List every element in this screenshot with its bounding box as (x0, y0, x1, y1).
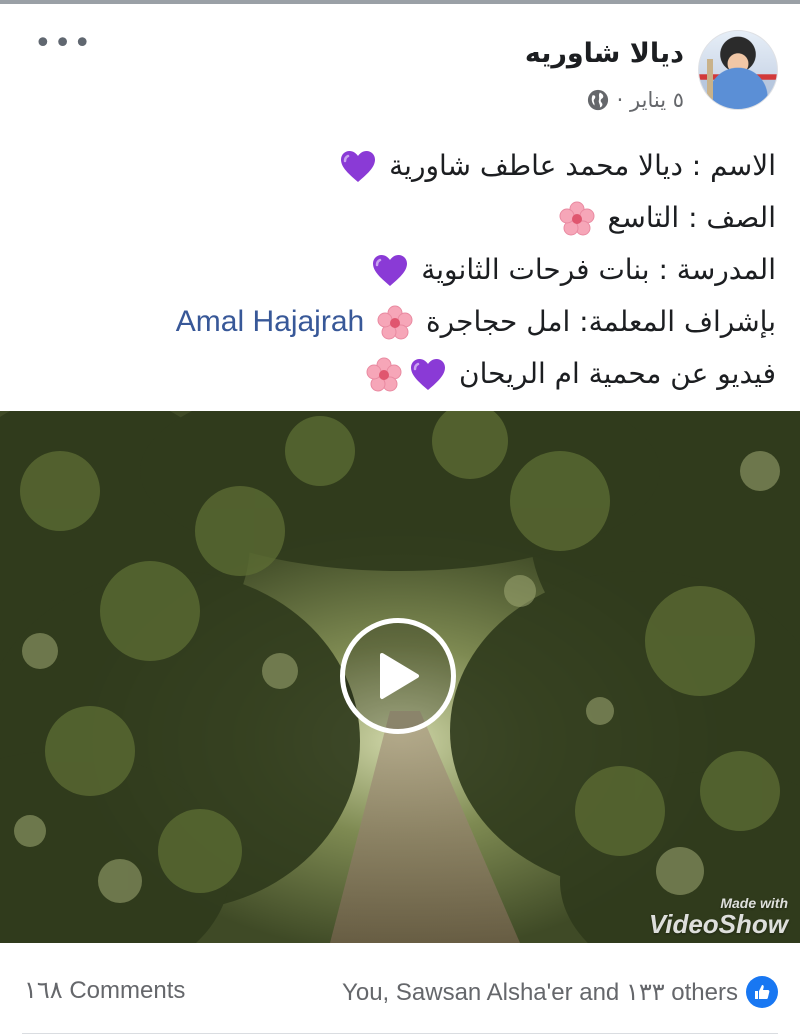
purple-heart-icon (341, 151, 376, 182)
reactions-summary[interactable]: You, Sawsan Alsha'er and ١٣٣ others (342, 976, 778, 1008)
purple-heart-icon (373, 255, 408, 286)
post-line-video: فيديو عن محمية ام الريحان (24, 348, 776, 400)
cherry-blossom-icon (559, 201, 595, 236)
author-name[interactable]: ديالا شاوريه (525, 38, 684, 69)
more-options-icon[interactable]: ••• (34, 29, 93, 59)
post-line-school: المدرسة : بنات فرحات الثانوية (24, 244, 776, 296)
reactions-text: You, Sawsan Alsha'er and ١٣٣ others (342, 978, 738, 1006)
teacher-mention-link[interactable]: Amal Hajajrah (176, 305, 364, 338)
like-icon (746, 976, 778, 1008)
post-header: ديالا شاوريه ٥ يناير · ••• (0, 4, 800, 124)
author-avatar[interactable] (698, 30, 778, 110)
video-watermark: Made with VideoShow (648, 895, 788, 939)
post-line-grade: الصف : التاسع (24, 192, 776, 244)
post-line-name: الاسم : ديالا محمد عاطف شاورية (24, 140, 776, 192)
cherry-blossom-icon (377, 305, 413, 340)
play-icon (380, 653, 419, 699)
purple-heart-icon (411, 359, 446, 390)
post-date[interactable]: ٥ يناير · (617, 88, 684, 112)
post-line-teacher: بإشراف المعلمة: امل حجاجرة Amal Hajajrah (24, 296, 776, 348)
post-meta: ٥ يناير · (587, 88, 684, 112)
cherry-blossom-icon (366, 357, 402, 392)
comments-count-link[interactable]: ١٦٨ Comments (24, 976, 185, 1005)
globe-icon (587, 89, 608, 111)
post-footer: You, Sawsan Alsha'er and ١٣٣ others ١٦٨ … (0, 952, 800, 1034)
play-button[interactable] (340, 618, 456, 734)
post-text: الاسم : ديالا محمد عاطف شاورية الصف : ال… (24, 140, 776, 400)
